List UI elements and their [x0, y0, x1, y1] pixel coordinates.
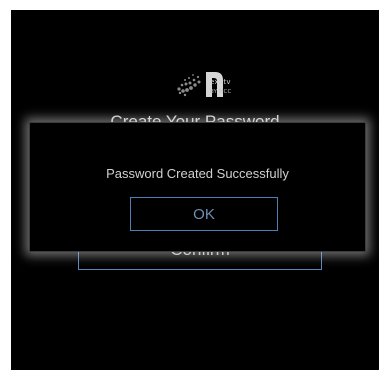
app-screen: exxtv BY NCC Create Your Password Confir… — [11, 10, 379, 370]
success-dialog: Password Created Successfully OK — [29, 122, 366, 252]
dialog-message: Password Created Successfully — [106, 166, 289, 181]
logo-brand-text: exxtv — [210, 78, 231, 86]
logo-byline-text: BY NCC — [210, 89, 232, 95]
brand-logo: exxtv BY NCC — [173, 69, 247, 101]
ok-button[interactable]: OK — [130, 197, 278, 231]
